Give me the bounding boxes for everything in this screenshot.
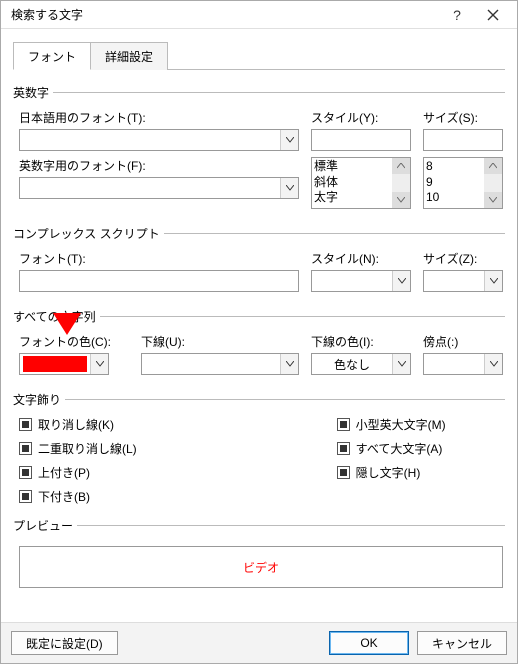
scroll-up-icon[interactable] [392, 158, 410, 174]
chevron-down-icon [280, 130, 298, 150]
list-item[interactable]: 9 [426, 175, 482, 191]
emphasis-value [424, 354, 484, 374]
group-decoration-label: 文字飾り [13, 391, 65, 408]
chevron-down-icon [280, 178, 298, 198]
ja-font-label: 日本語用のフォント(T): [19, 109, 299, 126]
list-item[interactable]: 10 [426, 190, 482, 206]
chevron-down-icon [392, 271, 410, 291]
group-alnum-label: 英数字 [13, 84, 53, 101]
style-n-combo[interactable] [311, 270, 411, 292]
preview-text: ビデオ [243, 559, 279, 576]
list-item[interactable]: 斜体 [314, 175, 390, 191]
emphasis-combo[interactable] [423, 353, 503, 375]
ja-font-combo[interactable] [19, 129, 299, 151]
en-font-label: 英数字用のフォント(F): [19, 157, 299, 174]
group-complex-label: コンプレックス スクリプト [13, 225, 164, 242]
close-icon [487, 9, 499, 21]
group-alnum: 英数字 日本語用のフォント(T): スタイル(Y): サイズ [13, 84, 505, 215]
group-preview-label: プレビュー [13, 517, 77, 534]
style-y-input[interactable] [311, 129, 411, 151]
preview-box: ビデオ [19, 546, 503, 588]
chevron-down-icon [484, 271, 502, 291]
scroll-up-icon[interactable] [484, 158, 502, 174]
titlebar: 検索する文字 ? [1, 1, 517, 29]
scroll-down-icon[interactable] [392, 192, 410, 208]
group-alltext: すべての文字列 フォントの色(C): 下線(U): [13, 308, 505, 381]
list-item[interactable]: 標準 [314, 159, 390, 175]
close-button[interactable] [475, 4, 511, 26]
check-allcaps[interactable]: すべて大文字(A) [337, 440, 446, 457]
scrollbar[interactable] [484, 158, 502, 208]
ja-font-value [20, 130, 280, 150]
size-s-label: サイズ(S): [423, 109, 503, 126]
cancel-button[interactable]: キャンセル [417, 631, 507, 655]
emphasis-label: 傍点(:) [423, 333, 503, 350]
chevron-down-icon [280, 354, 298, 374]
underline-combo[interactable] [141, 353, 299, 375]
dialog-title: 検索する文字 [11, 6, 439, 23]
font-color-label: フォントの色(C): [19, 333, 129, 350]
tab-advanced[interactable]: 詳細設定 [90, 42, 168, 70]
find-font-dialog: 検索する文字 ? フォント 詳細設定 英数字 日本語用のフォント(T): [0, 0, 518, 664]
size-s-input[interactable] [423, 129, 503, 151]
tab-font[interactable]: フォント [13, 42, 91, 70]
group-complex: コンプレックス スクリプト フォント(T): スタイル(N): [13, 225, 505, 298]
dialog-footer: 既定に設定(D) OK キャンセル [1, 622, 517, 663]
check-hidden[interactable]: 隠し文字(H) [337, 464, 446, 481]
style-y-label: スタイル(Y): [311, 109, 411, 126]
check-smallcaps[interactable]: 小型英大文字(M) [337, 416, 446, 433]
underline-value [142, 354, 280, 374]
en-font-value [20, 178, 280, 198]
underline-color-value: 色なし [312, 354, 392, 374]
size-z-combo[interactable] [423, 270, 503, 292]
ok-button[interactable]: OK [329, 631, 409, 655]
chevron-down-icon [90, 354, 108, 374]
scrollbar[interactable] [392, 158, 410, 208]
chevron-down-icon [484, 354, 502, 374]
chevron-down-icon [392, 354, 410, 374]
en-font-combo[interactable] [19, 177, 299, 199]
underline-color-combo[interactable]: 色なし [311, 353, 411, 375]
underline-label: 下線(U): [141, 333, 299, 350]
check-super[interactable]: 上付き(P) [19, 464, 137, 481]
font-color-combo[interactable] [19, 353, 109, 375]
help-button[interactable]: ? [439, 4, 475, 26]
style-n-value [312, 271, 392, 291]
color-swatch-red [23, 356, 87, 372]
list-item[interactable]: 8 [426, 159, 482, 175]
style-n-label: スタイル(N): [311, 250, 411, 267]
check-sub[interactable]: 下付き(B) [19, 488, 137, 505]
list-item[interactable]: 太字 [314, 190, 390, 206]
underline-color-label: 下線の色(I): [311, 333, 411, 350]
size-z-label: サイズ(Z): [423, 250, 503, 267]
size-z-value [424, 271, 484, 291]
dialog-content: フォント 詳細設定 英数字 日本語用のフォント(T): スタイル(Y): [1, 29, 517, 622]
scroll-down-icon[interactable] [484, 192, 502, 208]
complex-font-label: フォント(T): [19, 250, 299, 267]
group-preview: プレビュー ビデオ [13, 517, 505, 594]
tab-strip: フォント 詳細設定 [13, 41, 505, 70]
check-dstrike[interactable]: 二重取り消し線(L) [19, 440, 137, 457]
group-decoration: 文字飾り 取り消し線(K) 二重取り消し線(L) 上付き(P) 下付き(B) 小… [13, 391, 505, 507]
font-panel: 英数字 日本語用のフォント(T): スタイル(Y): サイズ [13, 70, 505, 594]
set-default-button[interactable]: 既定に設定(D) [11, 631, 118, 655]
complex-font-input[interactable] [19, 270, 299, 292]
red-arrow-annotation [53, 313, 81, 335]
size-s-list[interactable]: 8 9 10 [423, 157, 503, 209]
check-strike[interactable]: 取り消し線(K) [19, 416, 137, 433]
style-y-list[interactable]: 標準 斜体 太字 [311, 157, 411, 209]
